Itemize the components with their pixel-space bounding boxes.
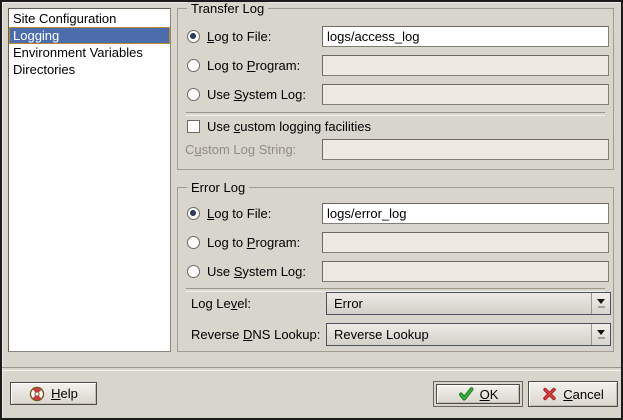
sidebar-item-site-configuration[interactable]: Site Configuration: [9, 10, 170, 27]
use-custom-facilities-row: Use custom logging facilities: [187, 118, 371, 134]
error-use-system-log-radio[interactable]: [187, 265, 200, 278]
check-icon: [458, 387, 474, 401]
reverse-dns-combo-button[interactable]: [591, 324, 610, 345]
ok-button-label: OK: [480, 387, 499, 402]
transfer-log-to-program-row: Log to Program:: [187, 55, 300, 76]
custom-log-string-label: Custom Log String:: [185, 142, 296, 157]
use-custom-facilities-checkbox[interactable]: [187, 120, 200, 133]
error-log-to-program-row: Log to Program:: [187, 232, 300, 253]
custom-log-string-input: [322, 139, 609, 160]
log-level-row: Log Level:: [191, 292, 251, 315]
cancel-button[interactable]: Cancel: [528, 381, 618, 407]
transfer-use-system-log-radio[interactable]: [187, 88, 200, 101]
reverse-dns-combo[interactable]: Reverse Lookup: [326, 323, 611, 346]
chevron-down-icon: [597, 330, 605, 335]
help-button-label: Help: [51, 386, 78, 401]
reverse-dns-value: Reverse Lookup: [327, 327, 429, 342]
combo-dash-icon: [598, 337, 605, 339]
transfer-log-to-program-radio[interactable]: [187, 59, 200, 72]
config-section-list[interactable]: Site Configuration Logging Environment V…: [8, 8, 171, 352]
chevron-down-icon: [597, 299, 605, 304]
action-bar-separator: [2, 367, 621, 371]
use-custom-facilities-label: Use custom logging facilities: [207, 119, 371, 134]
transfer-log-to-file-radio[interactable]: [187, 30, 200, 43]
ok-button[interactable]: OK: [436, 384, 520, 404]
sidebar-item-environment-variables[interactable]: Environment Variables: [9, 44, 170, 61]
log-level-label: Log Level:: [191, 296, 251, 311]
error-log-to-program-label: Log to Program:: [207, 235, 300, 250]
transfer-log-to-file-row: Log to File:: [187, 26, 271, 47]
log-level-combo[interactable]: Error: [326, 292, 611, 315]
error-log-to-program-radio[interactable]: [187, 236, 200, 249]
transfer-log-group-title: Transfer Log: [187, 1, 268, 16]
log-level-combo-button[interactable]: [591, 293, 610, 314]
log-level-value: Error: [327, 296, 363, 311]
error-log-group: Error Log Log to File: Log to Program: U…: [177, 187, 614, 352]
error-log-program-input: [322, 232, 609, 253]
error-log-file-input[interactable]: [322, 203, 609, 224]
reverse-dns-label: Reverse DNS Lookup:: [191, 327, 320, 342]
error-use-system-log-row: Use System Log:: [187, 261, 306, 282]
error-use-system-log-label: Use System Log:: [207, 264, 306, 279]
lifebuoy-icon: [29, 386, 45, 402]
transfer-use-system-log-row: Use System Log:: [187, 84, 306, 105]
error-system-log-input: [322, 261, 609, 282]
error-log-to-file-row: Log to File:: [187, 203, 271, 224]
cancel-button-label: Cancel: [563, 387, 603, 402]
transfer-log-file-input[interactable]: [322, 26, 609, 47]
error-log-to-file-label: Log to File:: [207, 206, 271, 221]
transfer-frame-separator: [186, 112, 605, 116]
reverse-dns-row: Reverse DNS Lookup:: [191, 323, 320, 346]
custom-log-string-row: Custom Log String:: [185, 139, 296, 160]
x-icon: [542, 387, 557, 401]
transfer-system-log-input: [322, 84, 609, 105]
transfer-log-program-input: [322, 55, 609, 76]
ok-button-default-ring: OK: [433, 381, 523, 407]
error-log-group-title: Error Log: [187, 180, 249, 195]
sidebar-item-logging[interactable]: Logging: [9, 27, 170, 44]
combo-dash-icon: [598, 306, 605, 308]
transfer-log-to-program-label: Log to Program:: [207, 58, 300, 73]
transfer-use-system-log-label: Use System Log:: [207, 87, 306, 102]
error-log-to-file-radio[interactable]: [187, 207, 200, 220]
logging-dialog: Site Configuration Logging Environment V…: [0, 0, 623, 420]
transfer-log-group: Transfer Log Log to File: Log to Program…: [177, 8, 614, 170]
sidebar-item-directories[interactable]: Directories: [9, 61, 170, 78]
help-button[interactable]: Help: [10, 382, 97, 405]
transfer-log-to-file-label: Log to File:: [207, 29, 271, 44]
